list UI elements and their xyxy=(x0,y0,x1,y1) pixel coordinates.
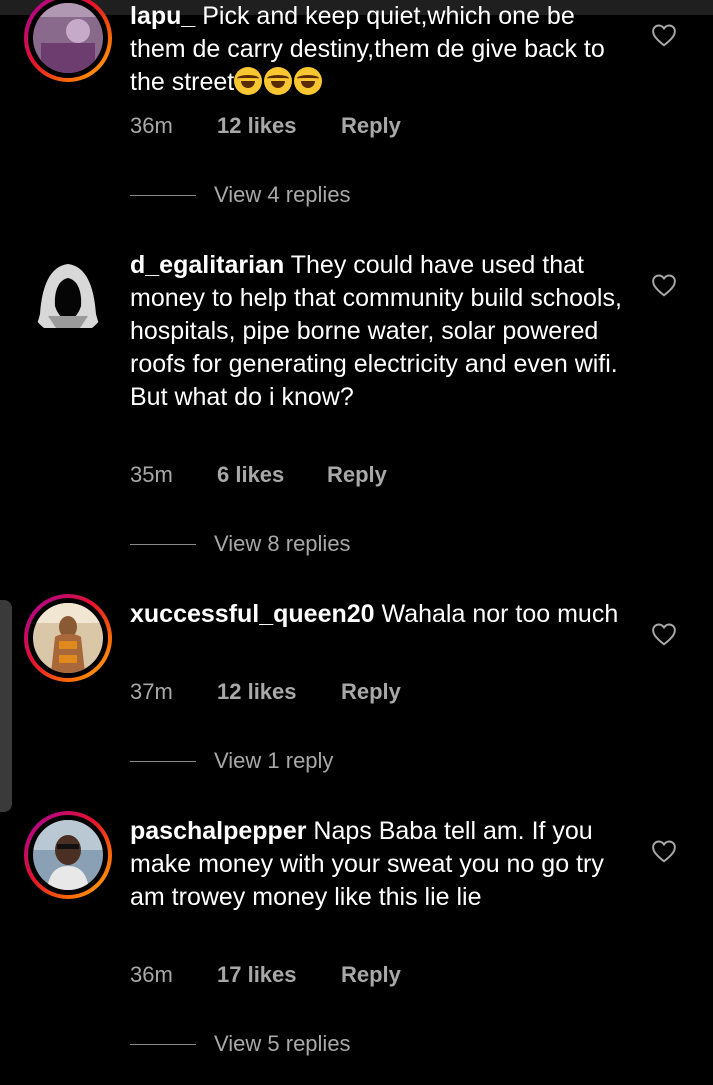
replies-divider xyxy=(130,195,196,196)
view-replies-label: View 8 replies xyxy=(214,531,351,556)
avatar-photo xyxy=(33,820,103,890)
replies-divider xyxy=(130,761,196,762)
avatar-photo xyxy=(33,3,103,73)
heart-outline-icon[interactable] xyxy=(651,273,677,297)
replies-divider xyxy=(130,544,196,545)
heart-outline-icon[interactable] xyxy=(651,23,677,47)
comment-text: xuccessful_queen20 Wahala nor too much xyxy=(130,598,625,631)
comment-text: lapu_ Pick and keep quiet,which one be t… xyxy=(130,0,625,99)
reply-button[interactable]: Reply xyxy=(327,462,387,488)
comment-time: 37m xyxy=(130,679,173,704)
avatar-photo xyxy=(33,603,103,673)
reply-button[interactable]: Reply xyxy=(341,962,401,988)
comment-text: d_egalitarian They could have used that … xyxy=(130,249,625,414)
comment-time: 36m xyxy=(130,113,173,138)
comment-time: 36m xyxy=(130,962,173,987)
comment-time: 35m xyxy=(130,462,173,487)
avatar[interactable] xyxy=(24,594,112,682)
comment-likes[interactable]: 12 likes xyxy=(217,679,297,705)
comment-body: Pick and keep quiet,which one be them de… xyxy=(130,2,605,96)
avatar[interactable] xyxy=(24,0,112,82)
avatar[interactable] xyxy=(24,811,112,899)
comment-body: Wahala nor too much xyxy=(381,600,619,628)
laughing-emoji-icon xyxy=(234,67,324,96)
hooded-figure-avatar xyxy=(28,256,108,336)
heart-outline-icon[interactable] xyxy=(651,622,677,646)
replies-divider xyxy=(130,1044,196,1045)
comment-username[interactable]: d_egalitarian xyxy=(130,251,284,279)
view-replies-label: View 4 replies xyxy=(214,182,351,207)
heart-outline-icon[interactable] xyxy=(651,839,677,863)
comment-likes[interactable]: 12 likes xyxy=(217,113,297,139)
edge-panel-handle[interactable] xyxy=(0,600,12,812)
comment-username[interactable]: lapu_ xyxy=(130,2,195,30)
comment-likes[interactable]: 6 likes xyxy=(217,462,284,488)
view-replies-label: View 1 reply xyxy=(214,748,334,773)
comment-likes[interactable]: 17 likes xyxy=(217,962,297,988)
comment-text: paschalpepper Naps Baba tell am. If you … xyxy=(130,815,625,914)
comment-username[interactable]: paschalpepper xyxy=(130,817,306,845)
reply-button[interactable]: Reply xyxy=(341,113,401,139)
reply-button[interactable]: Reply xyxy=(341,679,401,705)
avatar[interactable] xyxy=(28,256,108,336)
comment-username[interactable]: xuccessful_queen20 xyxy=(130,600,375,628)
view-replies-label: View 5 replies xyxy=(214,1031,351,1056)
